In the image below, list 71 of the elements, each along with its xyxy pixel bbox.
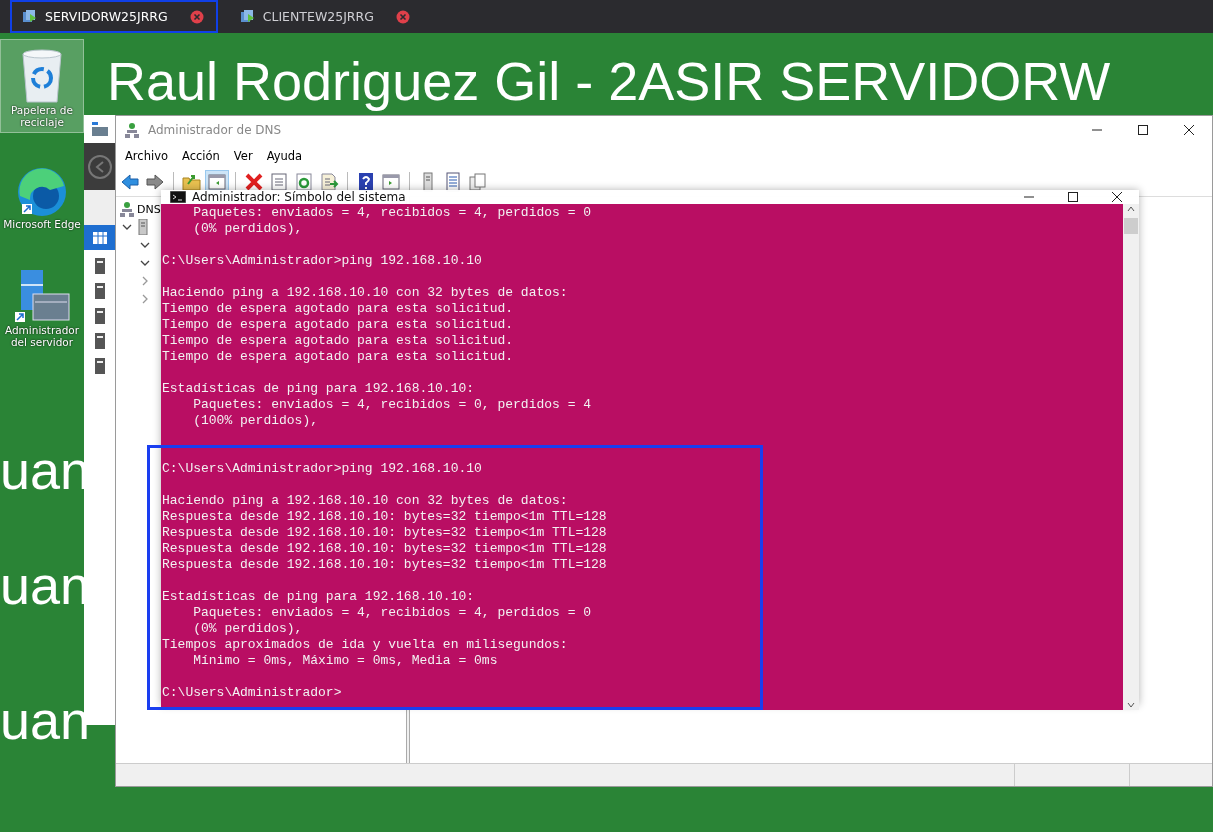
console-line: (100% perdidos),: [192, 413, 320, 429]
properties-icon[interactable]: [268, 171, 290, 193]
console-line: Respuesta desde 192.168.10.10: bytes=32 tiempo<1m TTL=128: [162, 509, 608, 525]
console-line: Paquetes: enviados = 4, recibidos = 4, perdidos = 0: [192, 205, 593, 221]
console-line: (0% perdidos),: [192, 221, 304, 237]
desktop-icon[interactable]: Microsoft Edge: [0, 161, 84, 235]
scrollbar[interactable]: [1123, 204, 1139, 710]
tab[interactable]: SERVIDORW25JRRG: [10, 0, 218, 33]
console-line: Tiempo de espera agotado para esta solicitud.: [162, 349, 515, 365]
nav-icon: [93, 283, 106, 299]
menu-item[interactable]: Archivo: [120, 147, 173, 165]
wallpaper-text: uan: [0, 689, 91, 752]
dns-icon: [119, 201, 135, 217]
console-line: Respuesta desde 192.168.10.10: bytes=32 tiempo<1m TTL=128: [162, 525, 608, 541]
chevron-down-icon[interactable]: [140, 240, 150, 250]
menu-item[interactable]: Acción: [177, 147, 225, 165]
console-line: Tiempo de espera agotado para esta solicitud.: [162, 301, 515, 317]
breadcrumb-bar: [84, 190, 115, 225]
dns-icon: [124, 122, 140, 138]
terminal-icon: [170, 191, 186, 203]
menu-item[interactable]: Ver: [228, 147, 258, 165]
copy-icon[interactable]: [467, 171, 489, 193]
console-line: Respuesta desde 192.168.10.10: bytes=32 tiempo<1m TTL=128: [162, 557, 608, 573]
desktop-icon[interactable]: Administrador del servidor: [0, 263, 84, 353]
chevron-right-icon[interactable]: [140, 276, 150, 286]
console-line: Haciendo ping a 192.168.10.10 con 32 bytes de datos:: [162, 285, 569, 301]
refresh-icon[interactable]: [293, 171, 315, 193]
console-line: Estadísticas de ping para 192.168.10.10:: [162, 589, 476, 605]
export-icon[interactable]: [318, 171, 340, 193]
nav-icon: [93, 308, 106, 324]
chevron-right-icon[interactable]: [140, 294, 150, 304]
wallpaper-text: Raul Rodriguez Gil - 2ASIR SERVIDORW: [107, 50, 1111, 113]
menu-item[interactable]: Ayuda: [261, 147, 308, 165]
console-line: Mínimo = 0ms, Máximo = 0ms, Media = 0ms: [192, 653, 499, 669]
close-icon[interactable]: [1183, 124, 1195, 136]
console-line: (0% perdidos),: [192, 621, 304, 637]
maximize-icon[interactable]: [1137, 124, 1149, 136]
tree-item[interactable]: DNS: [137, 202, 161, 216]
delete-icon[interactable]: [243, 171, 265, 193]
nav-icon: [93, 333, 106, 349]
forward-arrow-icon[interactable]: [144, 171, 166, 193]
scroll-down-icon[interactable]: [1126, 700, 1136, 710]
console-line: Respuesta desde 192.168.10.10: bytes=32 tiempo<1m TTL=128: [162, 541, 608, 557]
dashboard-icon: [92, 231, 107, 244]
console-line: C:\Users\Administrador>ping 192.168.10.10: [162, 253, 483, 269]
console-line: Tiempos aproximados de ida y vuelta en milisegundos:: [162, 637, 569, 653]
server-icon: [136, 219, 150, 235]
console-line: Estadísticas de ping para 192.168.10.10:: [162, 381, 476, 397]
close-icon[interactable]: [1111, 191, 1123, 203]
monitor-icon: [22, 9, 37, 24]
browser-icon: [16, 166, 68, 218]
toolbox-icon: [91, 122, 108, 136]
console-line: Tiempo de espera agotado para esta solicitud.: [162, 317, 515, 333]
monitor-icon: [239, 9, 255, 24]
chevron-down-icon[interactable]: [140, 258, 150, 268]
console-line: Tiempo de espera agotado para esta solicitud.: [162, 333, 515, 349]
chevron-down-icon[interactable]: [122, 222, 132, 232]
console-line: C:\Users\Administrador>ping 192.168.10.10: [162, 461, 483, 477]
maximize-icon[interactable]: [1067, 191, 1079, 203]
console-line: Paquetes: enviados = 4, recibidos = 4, perdidos = 0: [192, 605, 593, 621]
scroll-thumb[interactable]: [1124, 218, 1138, 234]
back-arrow-icon[interactable]: [119, 171, 141, 193]
console-line: Paquetes: enviados = 4, recibidos = 0, perdidos = 4: [192, 397, 593, 413]
nav-icon: [93, 358, 106, 374]
window-title: Administrador de DNS: [148, 123, 282, 137]
window-title: Administrador: Símbolo del sistema: [192, 190, 406, 204]
console-line: C:\Users\Administrador>: [162, 685, 343, 701]
console-line: Haciendo ping a 192.168.10.10 con 32 bytes de datos:: [162, 493, 569, 509]
nav-icon: [93, 258, 106, 274]
scroll-up-icon[interactable]: [1126, 204, 1136, 214]
tab[interactable]: CLIENTEW25JRRG: [227, 0, 424, 33]
